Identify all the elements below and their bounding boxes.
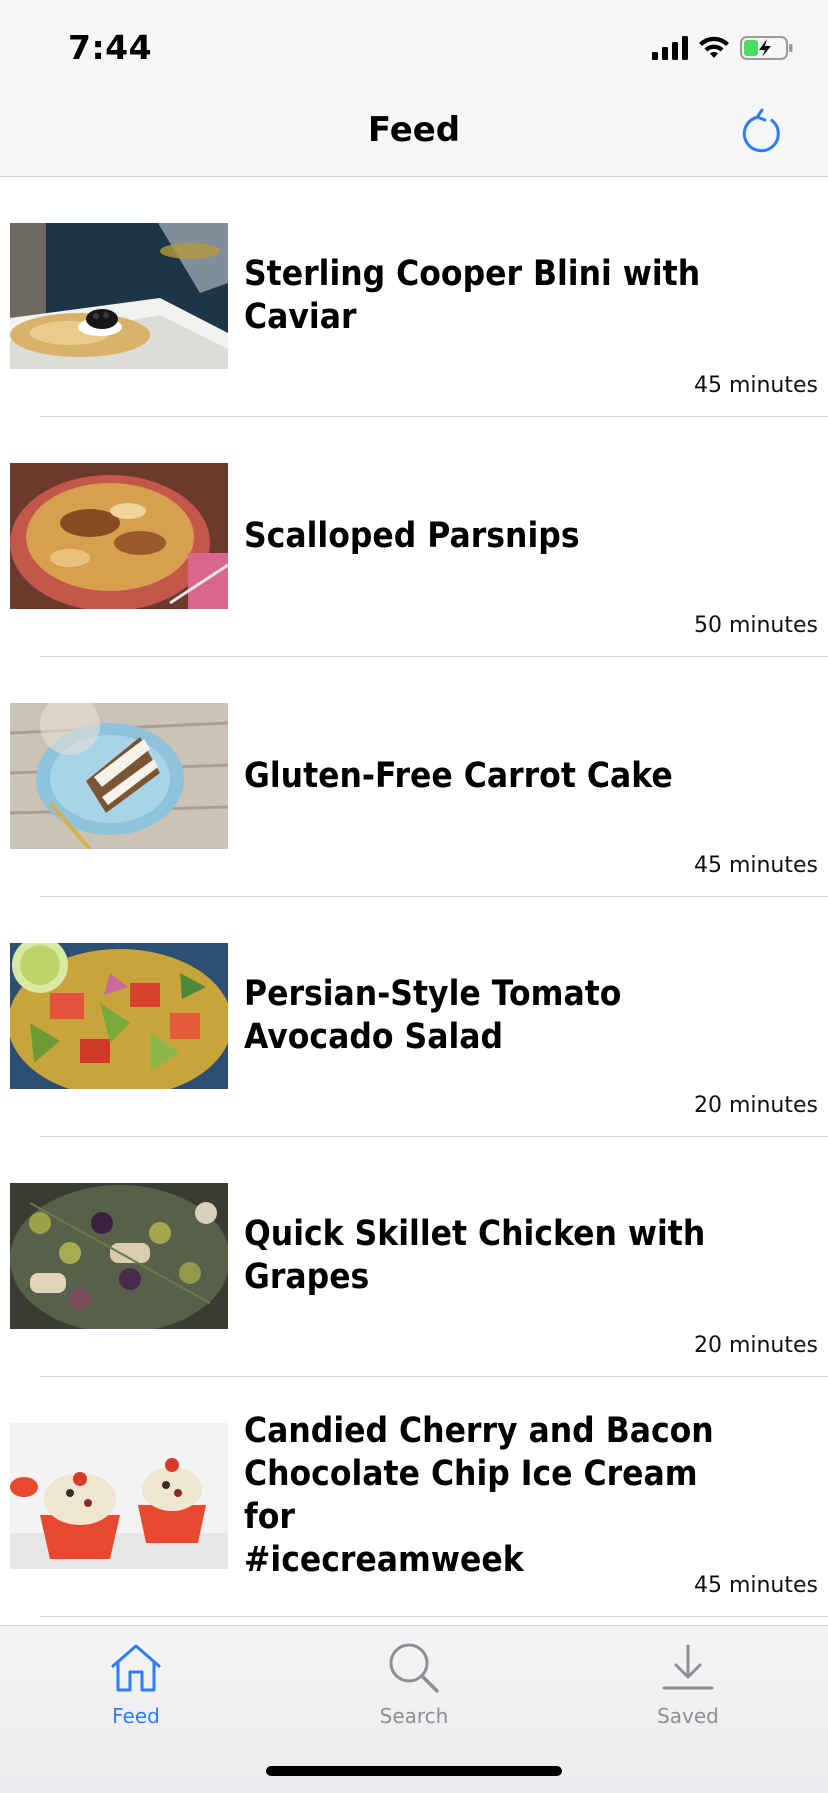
signal-icon bbox=[652, 36, 688, 64]
recipe-title-line: Quick Skillet Chicken with Grapes bbox=[244, 1214, 706, 1297]
feed-item[interactable]: Gluten-Free Carrot Cake 45 minutes bbox=[0, 657, 828, 897]
tab-label: Saved bbox=[657, 1704, 719, 1728]
recipe-title-line: Candied Cherry and Bacon bbox=[244, 1411, 714, 1451]
status-time: 7:44 bbox=[68, 28, 153, 67]
download-icon bbox=[608, 1640, 768, 1696]
recipe-title-line: Avocado Salad bbox=[244, 1017, 504, 1057]
recipe-title-line: Chocolate Chip Ice Cream for bbox=[244, 1454, 698, 1537]
recipe-thumbnail bbox=[10, 223, 228, 369]
recipe-thumbnail bbox=[10, 463, 228, 609]
recipe-thumbnail bbox=[10, 1423, 228, 1569]
recipe-duration: 50 minutes bbox=[693, 613, 818, 638]
recipe-duration: 45 minutes bbox=[693, 853, 818, 878]
recipe-title-line: Persian-Style Tomato bbox=[244, 974, 622, 1014]
battery-charging-icon bbox=[740, 35, 794, 65]
recipe-title: Sterling Cooper Blini with Caviar bbox=[244, 223, 757, 369]
recipe-title: Scalloped Parsnips bbox=[244, 463, 757, 609]
recipe-title: Candied Cherry and Bacon Chocolate Chip … bbox=[244, 1411, 757, 1580]
recipe-duration: 20 minutes bbox=[693, 1093, 818, 1118]
tab-feed[interactable]: Feed bbox=[56, 1640, 216, 1740]
feed-list[interactable]: Sterling Cooper Blini with Caviar 45 min… bbox=[0, 177, 828, 1625]
page-title: Feed bbox=[367, 110, 461, 150]
status-icons bbox=[652, 34, 794, 66]
recipe-title: Quick Skillet Chicken with Grapes bbox=[244, 1183, 757, 1329]
home-icon bbox=[56, 1640, 216, 1696]
feed-item[interactable]: Scalloped Parsnips 50 minutes bbox=[0, 417, 828, 657]
feed-item[interactable]: Sterling Cooper Blini with Caviar 45 min… bbox=[0, 177, 828, 417]
recipe-title: Persian-Style Tomato Avocado Salad bbox=[244, 943, 757, 1089]
recipe-title-line: Sterling Cooper Blini with Caviar bbox=[244, 254, 701, 337]
tab-label: Feed bbox=[112, 1704, 160, 1728]
recipe-title-line: #icecreamweek bbox=[244, 1540, 524, 1580]
feed-item[interactable]: Candied Cherry and Bacon Chocolate Chip … bbox=[0, 1377, 828, 1617]
recipe-thumbnail bbox=[10, 1183, 228, 1329]
feed-item[interactable]: Quick Skillet Chicken with Grapes 20 min… bbox=[0, 1137, 828, 1377]
recipe-duration: 45 minutes bbox=[693, 373, 818, 398]
home-indicator[interactable] bbox=[266, 1766, 562, 1776]
navigation-bar: Feed bbox=[0, 96, 828, 177]
recipe-duration: 20 minutes bbox=[693, 1333, 818, 1358]
refresh-icon bbox=[740, 108, 784, 160]
row-separator bbox=[40, 1616, 828, 1617]
feed-item[interactable]: Persian-Style Tomato Avocado Salad 20 mi… bbox=[0, 897, 828, 1137]
tab-label: Search bbox=[379, 1704, 449, 1728]
recipe-thumbnail bbox=[10, 943, 228, 1089]
search-icon bbox=[334, 1640, 494, 1696]
wifi-icon bbox=[698, 36, 730, 64]
status-bar: 7:44 bbox=[0, 0, 828, 96]
tab-search[interactable]: Search bbox=[334, 1640, 494, 1740]
recipe-title-line: Gluten-Free Carrot Cake bbox=[244, 755, 673, 796]
recipe-duration: 45 minutes bbox=[693, 1573, 818, 1598]
refresh-button[interactable] bbox=[732, 104, 792, 164]
recipe-thumbnail bbox=[10, 703, 228, 849]
recipe-title: Gluten-Free Carrot Cake bbox=[244, 703, 757, 849]
recipe-title-line: Scalloped Parsnips bbox=[244, 515, 580, 556]
tab-saved[interactable]: Saved bbox=[608, 1640, 768, 1740]
